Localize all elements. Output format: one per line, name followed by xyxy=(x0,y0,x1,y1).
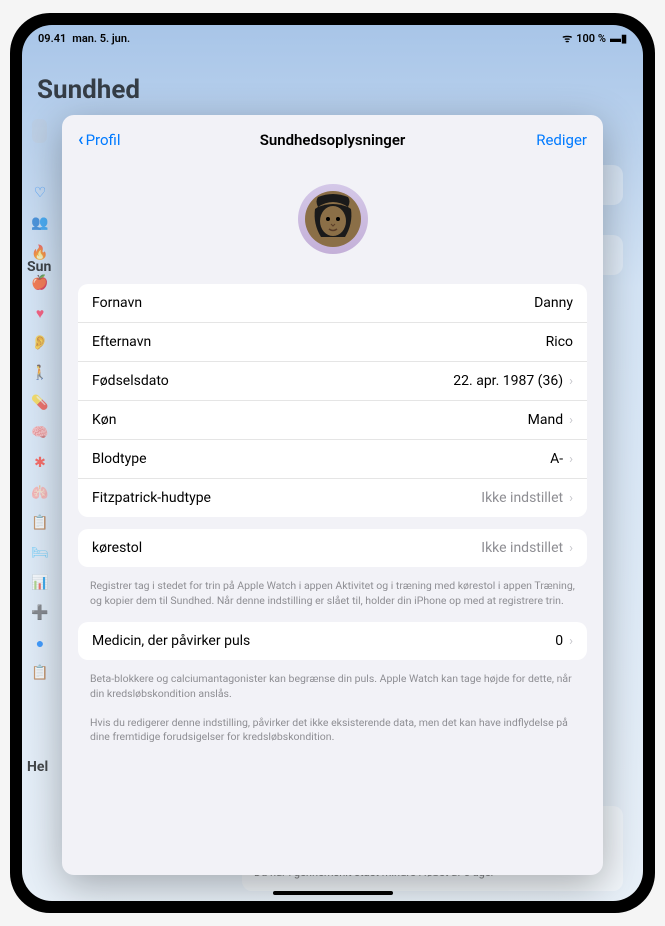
sidebar-category-icon[interactable]: 🚶 xyxy=(32,365,48,381)
detail-value: Mand xyxy=(528,412,563,428)
detail-row: Efternavn Rico xyxy=(78,323,587,362)
chevron-right-icon: › xyxy=(569,491,573,506)
sidebar-category-icon[interactable]: ♥ xyxy=(32,305,48,321)
detail-label: Efternavn xyxy=(92,334,151,350)
chevron-left-icon: ‹ xyxy=(78,129,84,150)
modal-title: Sundhedsoplysninger xyxy=(260,131,406,149)
medication-label: Medicin, der påvirker puls xyxy=(92,633,250,649)
device-frame: 09.41 man. 5. jun. ᯤ 100 % ▬▮ Sundhed ♡ 👥… xyxy=(10,13,655,913)
wheelchair-group: kørestol Ikke indstillet › xyxy=(78,529,587,567)
sidebar-category-icon[interactable]: ✱ xyxy=(32,455,48,471)
medication-group: Medicin, der påvirker puls 0 › xyxy=(78,622,587,660)
wheelchair-footer: Registrer tag i stedet for trin på Apple… xyxy=(62,579,603,622)
status-bar: 09.41 man. 5. jun. ᯤ 100 % ▬▮ xyxy=(22,25,643,52)
back-button[interactable]: ‹ Profil xyxy=(78,129,121,150)
details-list: Fornavn Danny Efternavn Rico Fødselsdato 22. … xyxy=(78,284,587,517)
battery-icon: ▬▮ xyxy=(610,32,627,45)
sidebar-category-icon[interactable]: 🛏 xyxy=(32,545,48,561)
status-time: 09.41 xyxy=(38,32,66,45)
detail-value: A- xyxy=(550,451,563,467)
sidebar-category-icon[interactable]: 📊 xyxy=(32,575,48,591)
wheelchair-label: kørestol xyxy=(92,540,142,556)
detail-label: Fødselsdato xyxy=(92,373,169,389)
sidebar-category-icon[interactable]: 👥 xyxy=(32,215,48,231)
detail-row[interactable]: Fødselsdato 22. apr. 1987 (36) › xyxy=(78,362,587,401)
sidebar-category-icon[interactable]: ♡ xyxy=(32,185,48,201)
app-title: Sundhed xyxy=(32,65,643,115)
detail-value: Ikke indstillet xyxy=(481,490,563,506)
detail-value: 22. apr. 1987 (36) xyxy=(453,373,563,389)
screen: 09.41 man. 5. jun. ᯤ 100 % ▬▮ Sundhed ♡ 👥… xyxy=(22,25,643,901)
medication-row[interactable]: Medicin, der påvirker puls 0 › xyxy=(78,622,587,660)
wheelchair-row[interactable]: kørestol Ikke indstillet › xyxy=(78,529,587,567)
edit-button[interactable]: Rediger xyxy=(536,131,587,149)
home-indicator[interactable] xyxy=(273,891,393,895)
bg-section-1: Sun xyxy=(27,255,51,279)
search-bar-bg xyxy=(32,119,47,143)
detail-row[interactable]: Blodtype A- › xyxy=(78,440,587,479)
detail-row: Fornavn Danny xyxy=(78,284,587,323)
back-label: Profil xyxy=(86,131,121,149)
detail-row[interactable]: Køn Mand › xyxy=(78,401,587,440)
sidebar-category-icon[interactable]: ➕ xyxy=(32,605,48,621)
user-avatar-icon[interactable] xyxy=(298,184,368,254)
medication-footer-1: Beta-blokkere og calciumantagonister kan… xyxy=(62,672,603,715)
health-details-modal: ‹ Profil Sundhedsoplysninger Rediger xyxy=(62,115,603,875)
sidebar-category-icon[interactable]: 🧠 xyxy=(32,425,48,441)
medication-value: 0 xyxy=(555,633,563,649)
sidebar-category-icon[interactable]: 👂 xyxy=(32,335,48,351)
chevron-right-icon: › xyxy=(569,374,573,389)
sidebar-category-icon[interactable]: 🫁 xyxy=(32,485,48,501)
wheelchair-value: Ikke indstillet xyxy=(481,540,563,556)
status-date: man. 5. jun. xyxy=(72,32,130,45)
chevron-right-icon: › xyxy=(569,452,573,467)
detail-row[interactable]: Fitzpatrick-hudtype Ikke indstillet › xyxy=(78,479,587,517)
detail-label: Fitzpatrick-hudtype xyxy=(92,490,211,506)
avatar-container xyxy=(62,164,603,284)
modal-header: ‹ Profil Sundhedsoplysninger Rediger xyxy=(62,115,603,164)
detail-value: Danny xyxy=(534,295,573,311)
chevron-right-icon: › xyxy=(569,634,573,649)
wifi-icon: ᯤ xyxy=(562,31,572,46)
detail-label: Blodtype xyxy=(92,451,147,467)
sidebar-category-icon[interactable]: 💊 xyxy=(32,395,48,411)
sidebar-category-icon[interactable]: ● xyxy=(32,635,48,651)
bg-section-2: Hel xyxy=(27,755,48,779)
battery-percent: 100 % xyxy=(576,32,606,45)
medication-footer-2: Hvis du redigerer denne indstilling, påv… xyxy=(62,716,603,759)
sidebar-category-icon[interactable]: 📋 xyxy=(32,515,48,531)
detail-value: Rico xyxy=(546,334,573,350)
detail-label: Fornavn xyxy=(92,295,142,311)
chevron-right-icon: › xyxy=(569,541,573,556)
detail-label: Køn xyxy=(92,412,116,428)
chevron-right-icon: › xyxy=(569,413,573,428)
sidebar-category-icon[interactable]: 📋 xyxy=(32,665,48,681)
